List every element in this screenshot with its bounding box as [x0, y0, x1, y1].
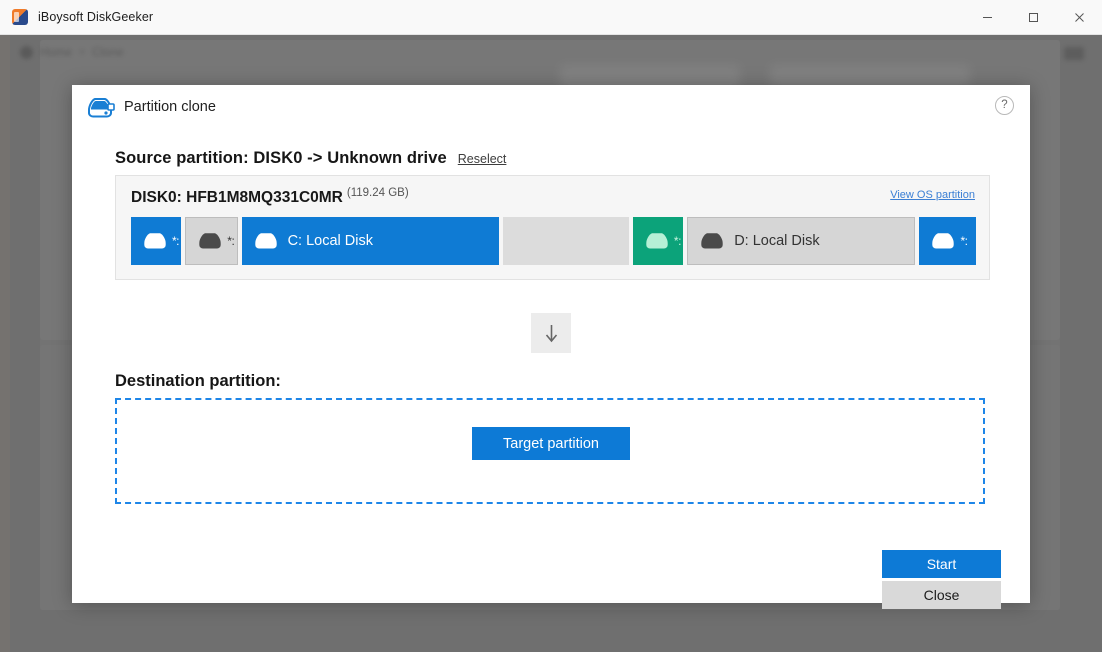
- breadcrumb-separator: »: [79, 46, 86, 58]
- application-window: iBoysoft DiskGeeker Home » Clone Partiti…: [0, 0, 1102, 652]
- arrow-down-icon: [531, 313, 571, 353]
- disk-size-text: (119.24 GB): [346, 187, 409, 199]
- minimize-icon[interactable]: [964, 0, 1010, 35]
- close-button[interactable]: Close: [882, 581, 1001, 609]
- breadcrumb-current: Clone: [92, 45, 124, 59]
- breadcrumb: Home » Clone: [20, 45, 124, 59]
- disk-icon: [645, 232, 669, 250]
- disk-name-text: DISK0: HFB1M8MQ331C0MR: [131, 189, 343, 207]
- dialog-title: Partition clone: [124, 99, 216, 115]
- target-partition-button[interactable]: Target partition: [472, 427, 630, 460]
- disk-icon: [700, 232, 724, 250]
- app-logo-icon: [12, 9, 28, 25]
- title-bar: iBoysoft DiskGeeker: [0, 0, 1102, 35]
- reselect-link[interactable]: Reselect: [458, 152, 507, 166]
- partition-clone-icon: [86, 96, 116, 120]
- maximize-icon[interactable]: [1010, 0, 1056, 35]
- partition-segment[interactable]: C: Local Disk: [241, 217, 500, 265]
- breadcrumb-home[interactable]: Home: [40, 45, 72, 59]
- partition-letter: *:: [673, 234, 682, 248]
- partition-label: C: Local Disk: [287, 233, 373, 249]
- view-os-partition-link[interactable]: View OS partition: [890, 189, 975, 201]
- partition-letter: *:: [227, 234, 235, 248]
- partition-segment[interactable]: D: Local Disk: [687, 217, 916, 265]
- home-icon: [20, 45, 33, 59]
- menu-icon[interactable]: [1064, 47, 1084, 60]
- disk-name: DISK0: HFB1M8MQ331C0MR (119.24 GB): [131, 187, 409, 207]
- source-partition-header: Source partition: DISK0 -> Unknown drive…: [115, 149, 506, 168]
- disk-icon: [254, 232, 278, 250]
- help-icon[interactable]: ?: [995, 96, 1014, 115]
- disk-icon: [198, 232, 222, 250]
- partition-letter: *:: [960, 234, 968, 248]
- dialog-header: Partition clone ?: [72, 85, 1030, 131]
- partition-bar: *: *: C: Local Disk *: D: Local Disk *:: [131, 217, 977, 265]
- background-sidebar: [0, 35, 10, 652]
- source-disk-panel: DISK0: HFB1M8MQ331C0MR (119.24 GB) View O…: [115, 175, 990, 280]
- partition-label: D: Local Disk: [734, 233, 820, 249]
- partition-segment[interactable]: [503, 217, 629, 265]
- partition-clone-dialog: Partition clone ? Source partition: DISK…: [72, 85, 1030, 609]
- partition-segment[interactable]: *:: [131, 217, 182, 265]
- close-icon[interactable]: [1056, 0, 1102, 35]
- window-controls: [964, 0, 1102, 35]
- partition-segment[interactable]: *:: [919, 217, 977, 265]
- background-ghost-b: [770, 65, 970, 87]
- partition-letter: *:: [172, 234, 180, 248]
- disk-icon: [931, 232, 955, 250]
- source-partition-heading: Source partition: DISK0 -> Unknown drive: [115, 149, 447, 167]
- start-button[interactable]: Start: [882, 550, 1001, 578]
- partition-segment[interactable]: *:: [185, 217, 238, 265]
- disk-icon: [143, 232, 167, 250]
- destination-partition-heading: Destination partition:: [115, 372, 281, 390]
- window-title: iBoysoft DiskGeeker: [38, 10, 154, 24]
- partition-segment[interactable]: *:: [632, 217, 684, 265]
